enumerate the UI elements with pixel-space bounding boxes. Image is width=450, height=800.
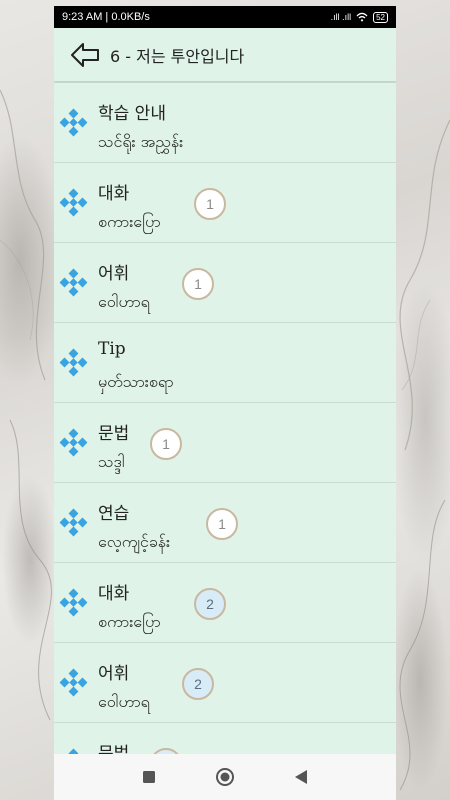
count-badge: 1 [206, 508, 238, 540]
diamond-cluster-icon [59, 588, 88, 617]
diamond-cluster-icon [59, 508, 88, 537]
diamond-cluster-icon [59, 268, 88, 297]
list-item[interactable]: 문법 သဒ္ဒါ 1 [54, 403, 396, 483]
diamond-cluster-icon [59, 188, 88, 217]
count-badge: 1 [194, 188, 226, 220]
list-item[interactable]: Tip မှတ်သားစရာ [54, 323, 396, 403]
item-title-myanmar: လေ့ကျင့်ခန်း [98, 532, 171, 551]
diamond-cluster-icon [68, 748, 79, 754]
diamond-cluster-icon [59, 668, 88, 697]
battery-level: 52 [376, 12, 385, 22]
triangle-back-icon[interactable] [294, 769, 308, 785]
item-title-korean: 대화 [98, 184, 130, 204]
circle-icon[interactable] [215, 767, 235, 787]
square-icon[interactable] [142, 770, 156, 784]
item-title-korean: 학습 안내 [98, 104, 166, 124]
item-title-myanmar: စကားပြော [98, 212, 161, 231]
count-badge: 1 [150, 428, 182, 460]
item-title-myanmar: သင်ရိုး အညွှန်း [98, 132, 184, 151]
phone-screen: 9:23 AM | 0.0KB/s .ıll .ıll 52 6 - 저는 투안… [54, 6, 396, 800]
page-title: 6 - 저는 투안입니다 [110, 46, 245, 66]
back-button[interactable] [62, 28, 108, 82]
system-nav-bar [54, 754, 396, 800]
item-title-myanmar: ဝေါဟာရ [98, 692, 150, 711]
diamond-cluster-icon [59, 108, 88, 137]
diamond-cluster-icon [59, 348, 88, 377]
item-title-korean: 연습 [98, 504, 130, 524]
wifi-icon [356, 12, 368, 22]
status-icons: .ıll .ıll 52 [330, 11, 388, 23]
item-title-korean: 어휘 [98, 664, 130, 684]
signal-icon: .ıll .ıll [330, 12, 352, 22]
item-title-korean: 어휘 [98, 264, 130, 284]
list-item[interactable]: 어휘 ဝေါဟာရ 1 [54, 243, 396, 323]
list-item[interactable]: 대화 စကားပြော 1 [54, 163, 396, 243]
item-title-korean: 문법 [98, 744, 130, 754]
item-title-korean: 문법 [98, 424, 130, 444]
list-item[interactable]: 학습 안내 သင်ရိုး အညွှန်း [54, 83, 396, 163]
app-bar: 6 - 저는 투안입니다 [54, 28, 396, 82]
battery-icon: 52 [373, 11, 388, 23]
item-title-korean: 대화 [98, 584, 130, 604]
list-item[interactable]: 어휘 ဝေါဟာရ 2 [54, 643, 396, 723]
list-item[interactable]: 문법 [54, 723, 396, 754]
lesson-list: 학습 안내 သင်ရိုး အညွှန်း 대화 စကားပြော 1 어휘 ဝ… [54, 83, 396, 754]
list-item[interactable]: 대화 စကားပြော 2 [54, 563, 396, 643]
item-title-myanmar: မှတ်သားစရာ [98, 372, 174, 391]
item-title-myanmar: သဒ္ဒါ [98, 452, 125, 471]
list-item[interactable]: 연습 လေ့ကျင့်ခန်း 1 [54, 483, 396, 563]
count-badge: 2 [194, 588, 226, 620]
back-arrow-icon [71, 42, 99, 67]
status-time: 9:23 AM | 0.0KB/s [62, 11, 150, 23]
count-badge: 2 [182, 668, 214, 700]
status-bar: 9:23 AM | 0.0KB/s .ıll .ıll 52 [54, 6, 396, 28]
count-badge: 1 [182, 268, 214, 300]
diamond-cluster-icon [59, 428, 88, 457]
item-title-myanmar: စကားပြော [98, 612, 161, 631]
item-title-myanmar: ဝေါဟာရ [98, 292, 150, 311]
item-title-korean: Tip [98, 339, 126, 359]
